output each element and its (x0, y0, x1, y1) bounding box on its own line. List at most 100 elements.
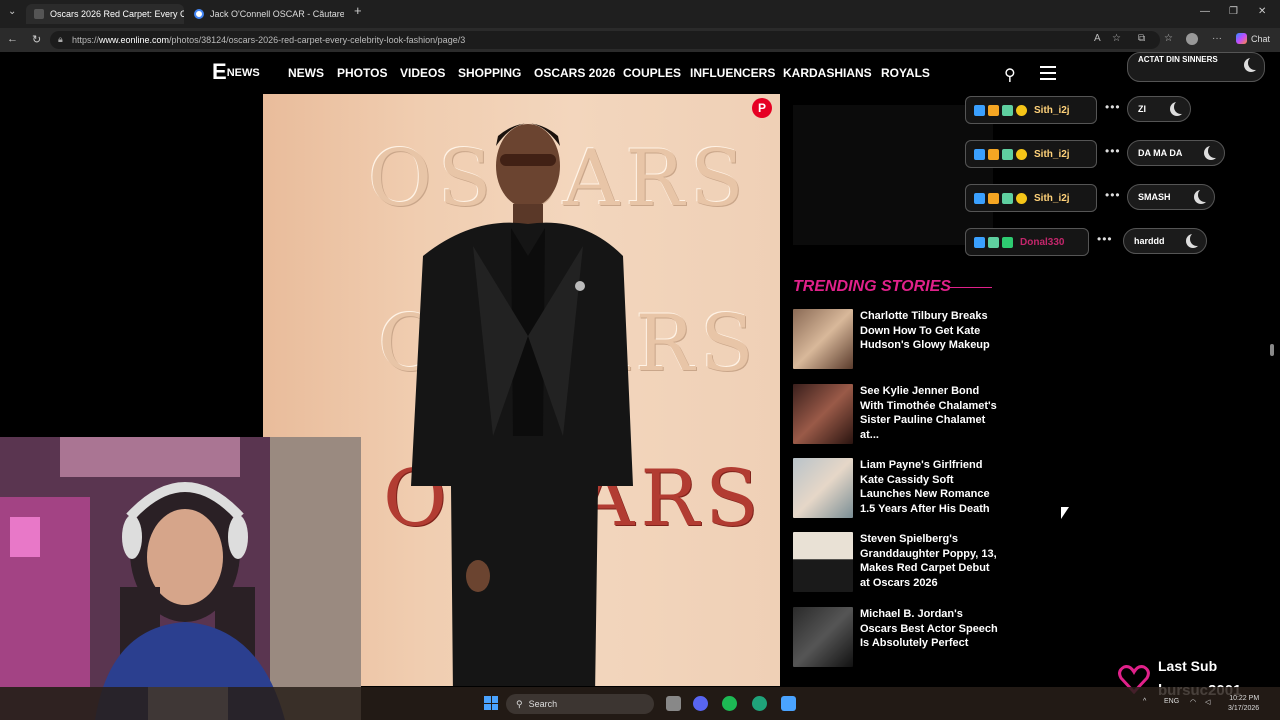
chat-message-text: SMASH (1138, 192, 1171, 202)
tab-eonline[interactable]: Oscars 2026 Red Carpet: Every Celeb ✕ (26, 4, 184, 24)
search-icon[interactable]: ⚲ (1004, 65, 1016, 85)
story-thumbnail[interactable] (793, 309, 853, 369)
coin-badge-icon (1016, 104, 1027, 116)
scrollbar-thumb[interactable] (1270, 344, 1274, 356)
coin-badge-icon (1016, 148, 1027, 160)
badge-icon (974, 148, 985, 160)
crown-badge-icon (988, 148, 999, 160)
trending-story[interactable]: Michael B. Jordan's Oscars Best Actor Sp… (793, 607, 998, 667)
search-icon: ⚲ (516, 698, 523, 709)
taskbar-clock[interactable]: 10:22 PM 3/17/2026 (1228, 694, 1259, 714)
moon-icon (1194, 188, 1212, 204)
chat-badges: Sith_i2j (965, 96, 1097, 124)
chat-username: Sith_i2j (1034, 192, 1070, 204)
chat-button[interactable]: Chat (1236, 33, 1270, 44)
story-thumbnail[interactable] (793, 607, 853, 667)
chat-username: Sith_i2j (1034, 148, 1070, 160)
pinterest-save-icon[interactable]: P (752, 98, 772, 118)
taskbar-search[interactable]: ⚲ Search (506, 694, 654, 714)
tab-google-search[interactable]: Jack O'Connell OSCAR - Căutare G ✕ (186, 4, 344, 24)
page-scrollbar[interactable] (1268, 94, 1276, 686)
tab-actions-chevron-icon[interactable]: ⌄ (8, 6, 16, 17)
badge-icon (974, 104, 985, 116)
favorite-star-icon[interactable]: ☆ (1112, 33, 1121, 44)
story-headline[interactable]: Steven Spielberg's Granddaughter Poppy, … (860, 532, 998, 592)
trending-divider (950, 287, 992, 288)
tab-title: Jack O'Connell OSCAR - Căutare G (210, 9, 344, 19)
story-thumbnail[interactable] (793, 384, 853, 444)
moon-icon (1186, 232, 1204, 248)
trending-story[interactable]: See Kylie Jenner Bond With Timothée Chal… (793, 384, 998, 444)
story-headline[interactable]: See Kylie Jenner Bond With Timothée Chal… (860, 384, 998, 444)
windows-start-icon[interactable] (484, 696, 498, 710)
trending-story[interactable]: Liam Payne's Girlfriend Kate Cassidy Sof… (793, 458, 998, 518)
chat-message-text: harddd (1134, 236, 1165, 246)
windows-taskbar: ⚲ Search ^ ENG ◠ ◁ 10:22 PM 3/17/2026 (0, 687, 1280, 720)
extensions-icon[interactable]: ⧉ (1138, 33, 1145, 44)
minimize-icon[interactable]: — (1200, 6, 1210, 17)
chat-options-icon[interactable]: ••• (1105, 100, 1121, 114)
story-headline[interactable]: Liam Payne's Girlfriend Kate Cassidy Sof… (860, 458, 998, 518)
discord-icon[interactable] (693, 696, 708, 711)
profile-avatar[interactable] (1186, 33, 1198, 45)
nav-couples[interactable]: COUPLES (623, 66, 681, 80)
chat-message: DA MA DA (1127, 140, 1225, 166)
nav-news[interactable]: NEWS (288, 66, 324, 80)
nav-influencers[interactable]: INFLUENCERS (690, 66, 775, 80)
chat-options-icon[interactable]: ••• (1097, 232, 1113, 246)
tray-chevron-icon[interactable]: ^ (1143, 698, 1146, 705)
new-tab-plus-icon[interactable]: + (354, 3, 362, 18)
chat-username: Sith_i2j (1034, 104, 1070, 116)
badge-icon (1002, 148, 1013, 160)
hamburger-menu-icon[interactable] (1040, 66, 1056, 80)
maximize-icon[interactable]: ❐ (1229, 6, 1238, 17)
story-thumbnail[interactable] (793, 458, 853, 518)
read-aloud-icon[interactable]: A (1094, 33, 1101, 44)
nav-shopping[interactable]: SHOPPING (458, 66, 521, 80)
story-headline[interactable]: Charlotte Tilbury Breaks Down How To Get… (860, 309, 998, 369)
url-field[interactable]: 🔒︎ https://www.eonline.com/photos/38124/… (50, 31, 1160, 49)
edge-icon[interactable] (752, 696, 767, 711)
nav-videos[interactable]: VIDEOS (400, 66, 445, 80)
chat-message: harddd (1123, 228, 1207, 254)
chat-username: Donal330 (1020, 236, 1065, 248)
spotify-icon[interactable] (722, 696, 737, 711)
moon-icon (1204, 144, 1222, 160)
url-prefix: https:// (72, 35, 100, 45)
crown-badge-icon (988, 104, 999, 116)
language-indicator[interactable]: ENG (1164, 698, 1179, 705)
google-favicon-icon (194, 9, 204, 19)
chat-options-icon[interactable]: ••• (1105, 144, 1121, 158)
url-path: /photos/38124/oscars-2026-red-carpet-eve… (169, 35, 466, 45)
eonline-favicon-icon (34, 9, 44, 19)
window-close-icon[interactable]: ✕ (1258, 6, 1266, 17)
chat-options-icon[interactable]: ••• (1105, 188, 1121, 202)
more-menu-icon[interactable]: ··· (1212, 33, 1222, 44)
story-headline[interactable]: Michael B. Jordan's Oscars Best Actor Sp… (860, 607, 998, 667)
nav-photos[interactable]: PHOTOS (337, 66, 387, 80)
mouse-cursor-icon (1061, 507, 1069, 519)
refresh-icon[interactable]: ↻ (32, 33, 41, 46)
chat-badges: Sith_i2j (965, 184, 1097, 212)
logo-e: E (212, 59, 227, 84)
ad-placeholder (793, 105, 993, 245)
copilot-icon (1236, 33, 1247, 44)
trending-story[interactable]: Steven Spielberg's Granddaughter Poppy, … (793, 532, 998, 592)
trending-story[interactable]: Charlotte Tilbury Breaks Down How To Get… (793, 309, 998, 369)
chat-message-partial: ACTAT DIN SINNERS (1127, 52, 1265, 82)
eonline-logo[interactable]: ENEWS (212, 59, 260, 85)
favorites-icon[interactable]: ☆ (1164, 33, 1173, 44)
volume-icon[interactable]: ◁ (1205, 698, 1210, 706)
clock-date: 3/17/2026 (1228, 705, 1260, 712)
chat-message-text: ZI (1138, 104, 1146, 114)
nav-royals[interactable]: ROYALS (881, 66, 930, 80)
chat-message: SMASH (1127, 184, 1215, 210)
file-explorer-icon[interactable] (666, 696, 681, 711)
story-thumbnail[interactable] (793, 532, 853, 592)
wifi-icon[interactable]: ◠ (1190, 698, 1196, 706)
crown-badge-icon (988, 192, 999, 204)
nav-oscars-2026[interactable]: OSCARS 2026 (534, 66, 615, 80)
app-icon[interactable] (781, 696, 796, 711)
nav-kardashians[interactable]: KARDASHIANS (783, 66, 872, 80)
back-arrow-icon[interactable]: ← (7, 33, 18, 45)
